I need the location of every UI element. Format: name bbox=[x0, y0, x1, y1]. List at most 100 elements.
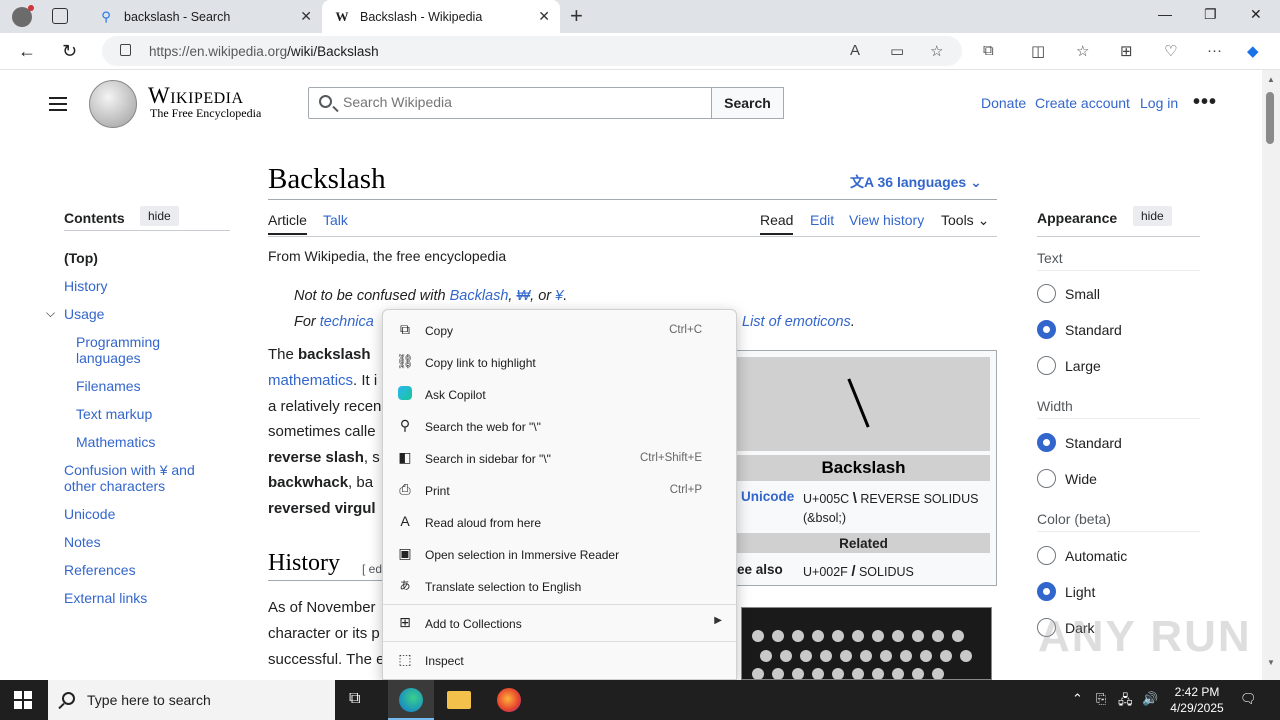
won-link[interactable]: ₩ bbox=[516, 288, 530, 304]
body-line-4: sometimes calle bbox=[268, 423, 376, 440]
network-adapter-icon[interactable]: ⎘ bbox=[1096, 691, 1106, 707]
tab-title: Backslash - Wikipedia bbox=[360, 9, 483, 24]
split-screen-icon[interactable]: ◫ bbox=[1031, 42, 1045, 60]
toc-item-references[interactable]: References bbox=[64, 562, 136, 578]
notifications-icon[interactable]: 🗨 bbox=[1240, 691, 1257, 707]
menu-item-read-aloud[interactable]: A Read aloud from here bbox=[383, 505, 736, 537]
tab-wikipedia[interactable]: W Backslash - Wikipedia ✕ bbox=[322, 0, 560, 33]
main-menu-icon[interactable] bbox=[49, 97, 67, 115]
menu-item-search-web[interactable]: ⚲ Search the web for "\" bbox=[383, 409, 736, 441]
search-input[interactable] bbox=[343, 94, 703, 110]
tools-menu[interactable]: Tools ⌄ bbox=[941, 212, 989, 229]
firefox-icon[interactable] bbox=[497, 688, 521, 712]
favorites-icon[interactable]: ☆ bbox=[1076, 42, 1089, 60]
immersive-reader-icon[interactable]: ▭ bbox=[890, 42, 904, 60]
unicode-label[interactable]: Unicode bbox=[741, 489, 794, 504]
login-link[interactable]: Log in bbox=[1140, 95, 1178, 111]
file-explorer-icon[interactable] bbox=[447, 691, 471, 709]
system-clock[interactable]: 2:42 PM 4/29/2025 bbox=[1164, 684, 1230, 716]
typewriter-photo[interactable] bbox=[741, 607, 992, 680]
mathematics-link[interactable]: mathematics bbox=[268, 372, 353, 389]
menu-item-immersive-reader[interactable]: ▣ Open selection in Immersive Reader bbox=[383, 537, 736, 569]
menu-item-add-to-collections[interactable]: ⊞ Add to Collections ▶ bbox=[383, 606, 736, 638]
browser-essentials-icon[interactable]: ♡ bbox=[1164, 42, 1177, 60]
radio-width-standard[interactable] bbox=[1037, 433, 1056, 452]
close-tab-icon[interactable]: ✕ bbox=[300, 8, 312, 25]
menu-item-copy-link-highlight[interactable]: ⛓ Copy link to highlight bbox=[383, 345, 736, 377]
donate-link[interactable]: Donate bbox=[981, 95, 1026, 111]
toc-item-history[interactable]: History bbox=[64, 278, 108, 294]
tab-view-history[interactable]: View history bbox=[849, 212, 924, 228]
windows-start-icon[interactable] bbox=[14, 691, 32, 709]
chevron-down-icon[interactable]: ⌵ bbox=[46, 306, 55, 321]
wikipedia-w-icon: W bbox=[335, 8, 349, 24]
search-box[interactable] bbox=[308, 87, 712, 119]
toc-item-external-links[interactable]: External links bbox=[64, 590, 147, 606]
restore-icon[interactable]: ❐ bbox=[1204, 6, 1217, 23]
appearance-hide-button[interactable]: hide bbox=[1133, 206, 1172, 226]
refresh-icon[interactable]: ↻ bbox=[62, 41, 77, 62]
toc-item-usage[interactable]: Usage bbox=[64, 306, 104, 322]
history-edit-link[interactable]: [ ed bbox=[362, 562, 382, 576]
close-tab-icon[interactable]: ✕ bbox=[538, 8, 550, 25]
menu-item-ask-copilot[interactable]: Ask Copilot bbox=[383, 377, 736, 409]
vertical-scrollbar[interactable]: ▲ ▼ bbox=[1262, 70, 1280, 680]
toc-item-filenames[interactable]: Filenames bbox=[76, 378, 141, 394]
print-icon: ⎙ bbox=[399, 480, 411, 497]
technical-link[interactable]: technica bbox=[320, 314, 374, 330]
sidebar-search-icon: ◧ bbox=[398, 448, 412, 465]
tab-read[interactable]: Read bbox=[760, 212, 794, 235]
radio-width-wide[interactable] bbox=[1037, 469, 1056, 488]
taskbar-search[interactable]: Type here to search bbox=[48, 680, 335, 720]
wikipedia-globe-logo[interactable] bbox=[89, 80, 137, 128]
backlash-link[interactable]: Backlash bbox=[450, 288, 509, 304]
scroll-down-icon[interactable]: ▼ bbox=[1267, 658, 1275, 667]
scroll-up-icon[interactable]: ▲ bbox=[1267, 75, 1275, 84]
radio-color-automatic[interactable] bbox=[1037, 546, 1056, 565]
menu-item-inspect[interactable]: ⬚ Inspect bbox=[383, 643, 736, 675]
read-aloud-icon[interactable]: A bbox=[850, 42, 860, 59]
menu-item-print[interactable]: ⎙ Print Ctrl+P bbox=[383, 473, 736, 505]
new-tab-icon[interactable]: + bbox=[570, 5, 583, 27]
tab-bing-search[interactable]: ⚲ backslash - Search ✕ bbox=[86, 0, 322, 33]
toc-hide-button[interactable]: hide bbox=[140, 206, 179, 226]
collections-icon[interactable]: ⊞ bbox=[1120, 42, 1133, 60]
lock-icon[interactable] bbox=[120, 44, 131, 56]
emoticons-link[interactable]: List of emoticons bbox=[742, 314, 851, 330]
search-button[interactable]: Search bbox=[711, 87, 784, 119]
scroll-thumb[interactable] bbox=[1266, 92, 1274, 144]
menu-item-translate[interactable]: あ Translate selection to English bbox=[383, 569, 736, 601]
extensions-icon[interactable]: ⧉ bbox=[983, 42, 994, 59]
volume-icon[interactable]: 🔊 bbox=[1142, 691, 1158, 707]
toc-item-unicode[interactable]: Unicode bbox=[64, 506, 115, 522]
menu-item-copy[interactable]: ⧉ Copy Ctrl+C bbox=[383, 313, 736, 345]
settings-more-icon[interactable]: ··· bbox=[1207, 42, 1222, 59]
more-options-icon[interactable]: ••• bbox=[1193, 91, 1217, 114]
copilot-icon[interactable]: ◆ bbox=[1247, 42, 1259, 60]
back-icon[interactable]: ← bbox=[18, 41, 36, 62]
radio-text-small[interactable] bbox=[1037, 284, 1056, 303]
minimize-icon[interactable]: — bbox=[1158, 6, 1172, 22]
toc-item-notes[interactable]: Notes bbox=[64, 534, 101, 550]
toc-item-programming-languages[interactable]: Programming languages bbox=[76, 334, 186, 366]
favorite-star-icon[interactable]: ☆ bbox=[930, 42, 943, 60]
radio-color-light[interactable] bbox=[1037, 582, 1056, 601]
task-view-icon[interactable]: ⧉ bbox=[349, 690, 373, 714]
tab-talk[interactable]: Talk bbox=[323, 212, 348, 228]
radio-text-large[interactable] bbox=[1037, 356, 1056, 375]
language-selector[interactable]: 文A 36 languages ⌄ bbox=[850, 172, 982, 192]
toc-item-mathematics[interactable]: Mathematics bbox=[76, 434, 155, 450]
create-account-link[interactable]: Create account bbox=[1035, 95, 1130, 111]
radio-text-standard[interactable] bbox=[1037, 320, 1056, 339]
chevron-up-icon[interactable]: ⌃ bbox=[1072, 691, 1083, 707]
toc-item-top[interactable]: (Top) bbox=[64, 250, 98, 266]
tab-edit[interactable]: Edit bbox=[810, 212, 834, 228]
toc-item-text-markup[interactable]: Text markup bbox=[76, 406, 152, 422]
tab-actions-icon[interactable] bbox=[52, 8, 68, 24]
toc-item-confusion[interactable]: Confusion with ¥ and other characters bbox=[64, 462, 214, 494]
network-icon[interactable]: 🖧 bbox=[1118, 691, 1133, 713]
close-window-icon[interactable]: ✕ bbox=[1250, 6, 1262, 23]
tab-article[interactable]: Article bbox=[268, 212, 307, 235]
menu-item-search-sidebar[interactable]: ◧ Search in sidebar for "\" Ctrl+Shift+E bbox=[383, 441, 736, 473]
address-field[interactable]: https://en.wikipedia.org/wiki/Backslash bbox=[102, 36, 962, 66]
